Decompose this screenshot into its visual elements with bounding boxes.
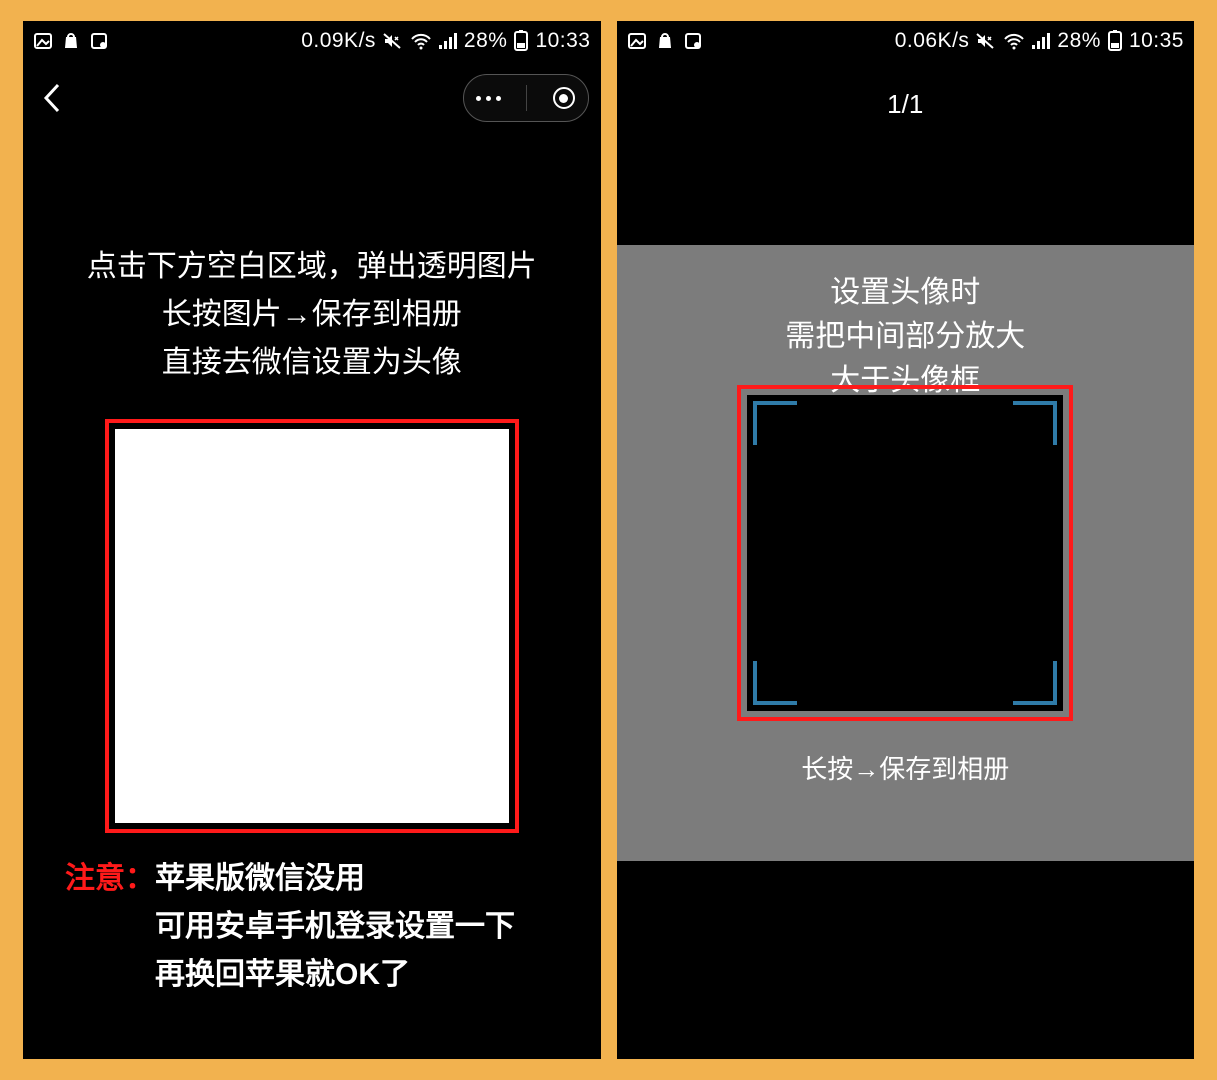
battery-icon — [513, 30, 529, 52]
signal-icon — [438, 31, 458, 51]
signal-icon — [1031, 31, 1051, 51]
back-button[interactable] — [35, 82, 67, 114]
close-miniprogram-icon — [553, 87, 575, 109]
note-tag: 注意： — [65, 855, 155, 999]
clock: 10:35 — [1129, 29, 1184, 53]
phone-left: 0.09K/s 28% 10:33 — [20, 18, 604, 1062]
red-highlight-crop — [737, 385, 1073, 721]
panel-instruction: 设置头像时 需把中间部分放大 大于头像框 — [785, 271, 1025, 403]
clock: 10:33 — [535, 29, 590, 53]
crop-corner-tr — [1013, 401, 1057, 445]
gp-line-2: 需把中间部分放大 — [785, 315, 1025, 359]
note-line-3: 再换回苹果就OK了 — [155, 951, 515, 999]
nav-bar — [23, 61, 601, 135]
wifi-icon — [410, 31, 432, 51]
mute-icon — [975, 31, 997, 51]
bag-icon — [655, 31, 675, 51]
note-line-2: 可用安卓手机登录设置一下 — [155, 903, 515, 951]
battery-icon — [1107, 30, 1123, 52]
mute-icon — [382, 31, 404, 51]
instructions: 点击下方空白区域，弹出透明图片 长按图片→保存到相册 直接去微信设置为头像 — [23, 243, 601, 387]
wifi-icon — [1003, 31, 1025, 51]
instr-line-1: 点击下方空白区域，弹出透明图片 — [23, 243, 601, 291]
status-bar-right: 0.06K/s 28% 10:35 — [617, 21, 1195, 61]
note-line-1: 苹果版微信没用 — [155, 855, 515, 903]
net-speed: 0.06K/s — [895, 29, 970, 53]
album-icon — [683, 31, 703, 51]
red-highlight-box — [105, 419, 519, 833]
album-icon — [89, 31, 109, 51]
image-icon — [33, 31, 53, 51]
battery-pct: 28% — [1057, 29, 1101, 53]
note-block: 注意： 苹果版微信没用 可用安卓手机登录设置一下 再换回苹果就OK了 — [65, 855, 565, 999]
capsule-divider — [526, 85, 527, 111]
crop-corner-br — [1013, 661, 1057, 705]
miniprogram-capsule[interactable] — [463, 74, 589, 122]
image-icon — [627, 31, 647, 51]
chevron-left-icon — [40, 81, 62, 115]
instr-line-3: 直接去微信设置为头像 — [23, 339, 601, 387]
transparent-image-area[interactable] — [115, 429, 509, 823]
net-speed: 0.09K/s — [301, 29, 376, 53]
avatar-crop-panel: 设置头像时 需把中间部分放大 大于头像框 长按→保存到相册 — [617, 245, 1195, 861]
page-counter: 1/1 — [617, 89, 1195, 120]
bag-icon — [61, 31, 81, 51]
crop-corner-tl — [753, 401, 797, 445]
panel-bottom-text: 长按→保存到相册 — [801, 749, 1009, 786]
status-bar-left: 0.09K/s 28% 10:33 — [23, 21, 601, 61]
phone-right: 0.06K/s 28% 10:35 1/1 设置头像时 需把中间部分放大 大于头… — [614, 18, 1198, 1062]
crop-corner-bl — [753, 661, 797, 705]
gp-line-1: 设置头像时 — [785, 271, 1025, 315]
battery-pct: 28% — [464, 29, 508, 53]
more-icon — [476, 96, 501, 101]
instr-line-2: 长按图片→保存到相册 — [23, 291, 601, 339]
